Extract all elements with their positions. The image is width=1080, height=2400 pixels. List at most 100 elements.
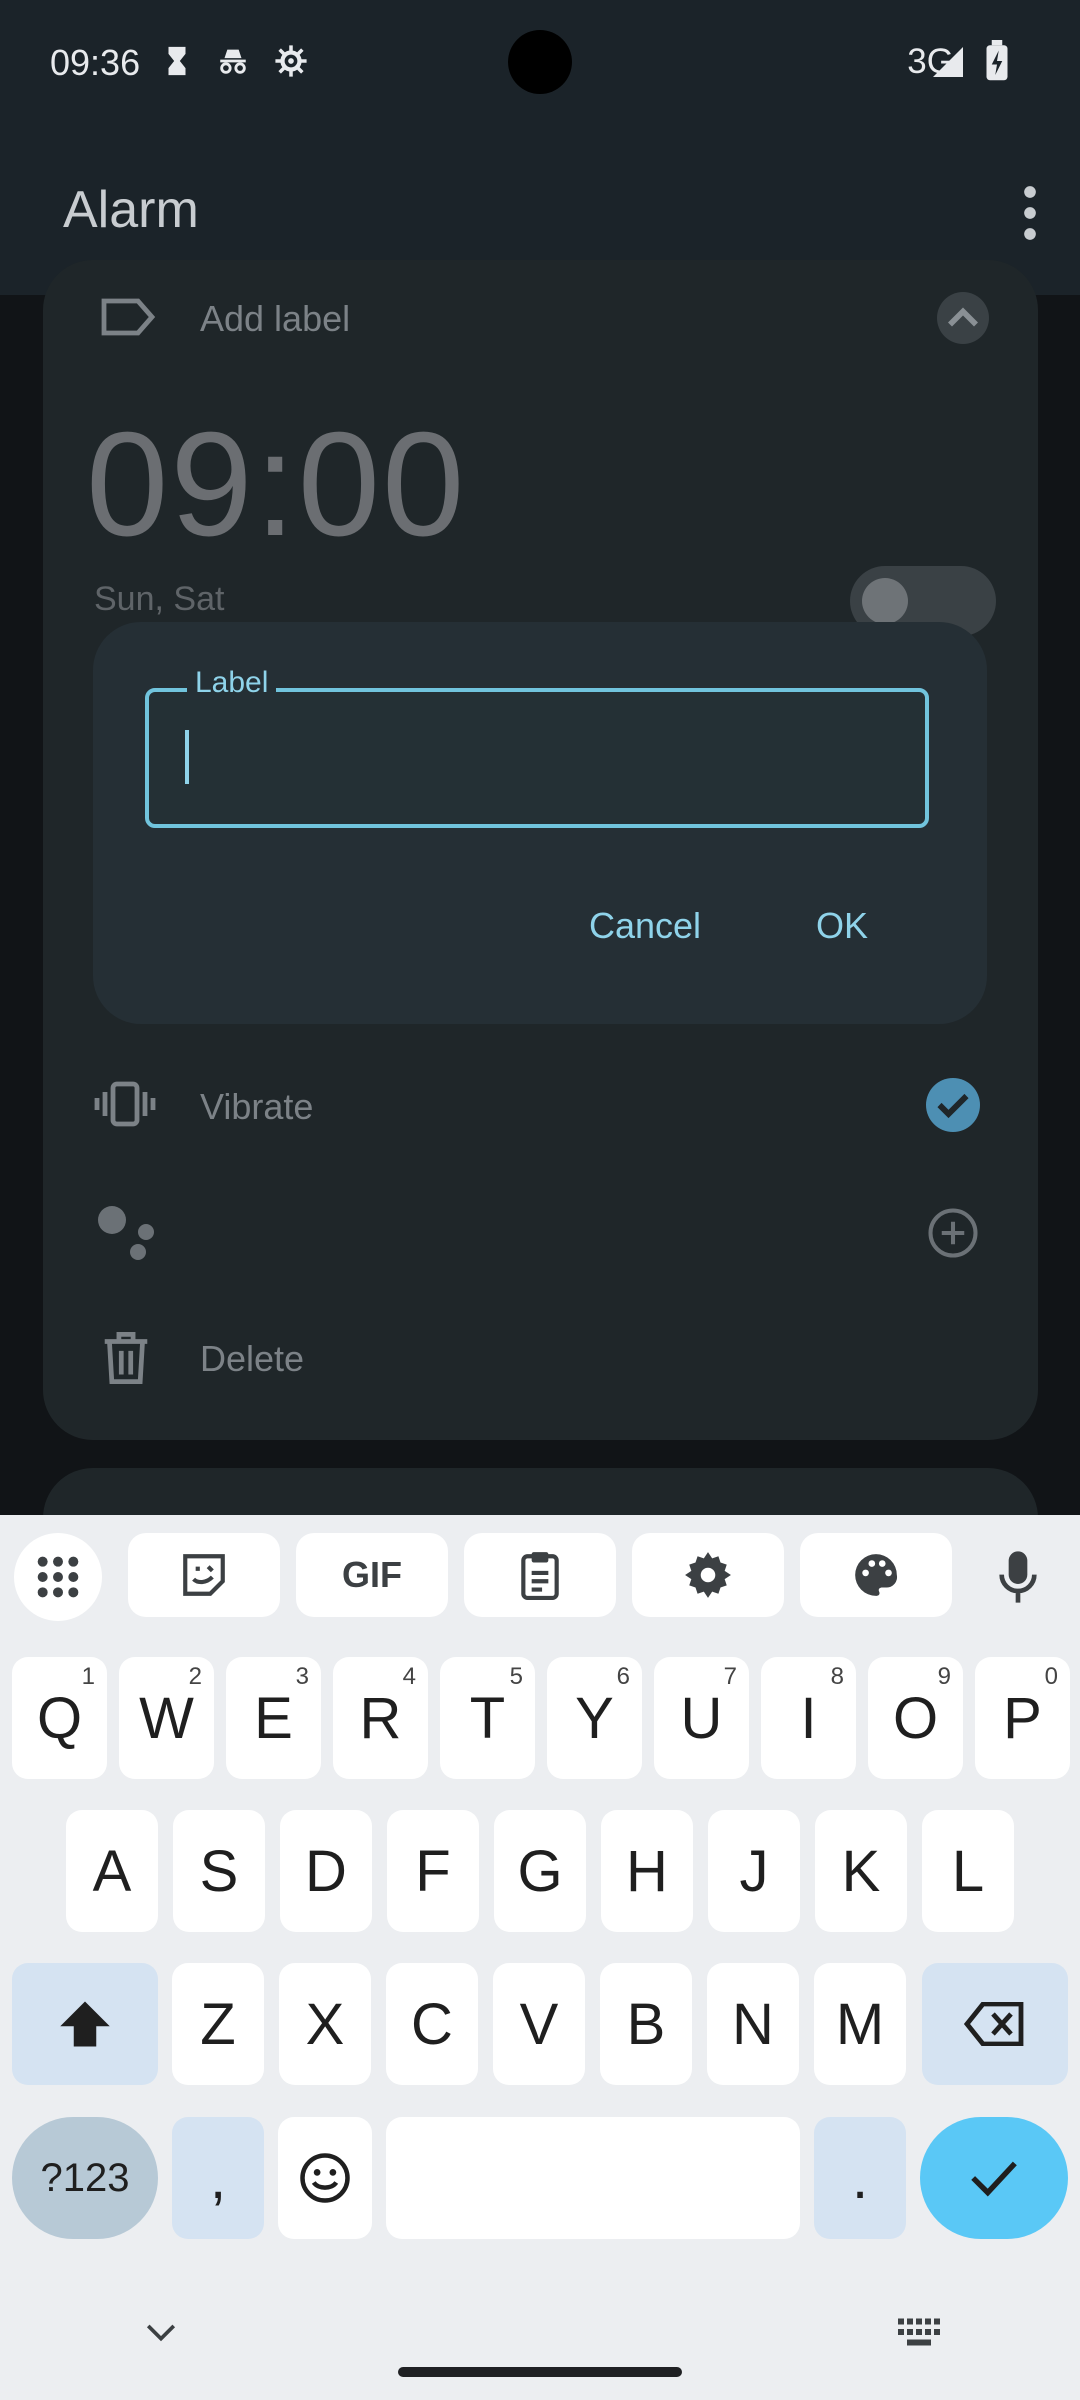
apps-icon <box>37 1556 79 1598</box>
key-number-hint: 2 <box>188 1663 202 1690</box>
comma-key[interactable]: , <box>172 2117 264 2239</box>
text-cursor <box>185 730 189 784</box>
key-i[interactable]: I8 <box>761 1657 856 1779</box>
mic-icon <box>999 1551 1037 1603</box>
apps-button[interactable] <box>14 1533 102 1621</box>
key-z[interactable]: Z <box>172 1963 264 2085</box>
key-label: E <box>254 1685 293 1751</box>
key-v[interactable]: V <box>493 1963 585 2085</box>
key-number-hint: 5 <box>509 1663 523 1690</box>
cancel-button[interactable]: Cancel <box>555 866 735 986</box>
key-n[interactable]: N <box>707 1963 799 2085</box>
key-s[interactable]: S <box>173 1810 265 1932</box>
key-e[interactable]: E3 <box>226 1657 321 1779</box>
key-label: T <box>469 1685 506 1751</box>
key-l[interactable]: L <box>922 1810 1014 1932</box>
key-label: P <box>1003 1685 1042 1751</box>
key-number-hint: 6 <box>616 1663 630 1690</box>
label-input-caption: Label <box>187 666 277 700</box>
key-u[interactable]: U7 <box>654 1657 749 1779</box>
key-x[interactable]: X <box>279 1963 371 2085</box>
status-bar: 09:36 3G <box>0 0 1080 130</box>
key-j[interactable]: J <box>708 1810 800 1932</box>
emoji-icon <box>300 2153 350 2203</box>
key-number-hint: 8 <box>830 1663 844 1690</box>
page-title: Alarm <box>63 181 199 239</box>
check-icon <box>937 1093 969 1119</box>
vibrate-checkbox[interactable] <box>926 1078 980 1132</box>
key-number-hint: 1 <box>81 1663 95 1690</box>
key-number-hint: 0 <box>1044 1663 1058 1690</box>
key-k[interactable]: K <box>815 1810 907 1932</box>
key-m[interactable]: M <box>814 1963 906 2085</box>
theme-button[interactable] <box>800 1533 952 1617</box>
key-a[interactable]: A <box>66 1810 158 1932</box>
switch-keyboard-icon[interactable] <box>896 2317 942 2347</box>
battery-charging-icon <box>986 40 1008 81</box>
key-label: W <box>139 1685 194 1751</box>
alarm-days: Sun, Sat <box>94 580 225 618</box>
alarm-time[interactable]: 09:00 <box>86 400 466 570</box>
palette-icon <box>855 1554 898 1596</box>
key-label: U <box>680 1685 723 1751</box>
chevron-up-icon <box>948 307 978 327</box>
key-t[interactable]: T5 <box>440 1657 535 1779</box>
sticker-icon <box>183 1554 225 1596</box>
key-label: I <box>800 1685 817 1751</box>
vibrate-label: Vibrate <box>200 1086 314 1127</box>
key-number-hint: 3 <box>295 1663 309 1690</box>
symbols-key[interactable]: ?123 <box>12 2117 158 2239</box>
key-number-hint: 4 <box>402 1663 416 1690</box>
key-f[interactable]: F <box>387 1810 479 1932</box>
collapse-button[interactable] <box>937 292 989 344</box>
key-o[interactable]: O9 <box>868 1657 963 1779</box>
period-key[interactable]: . <box>814 2117 906 2239</box>
backspace-key[interactable] <box>922 1963 1068 2085</box>
camera-cutout <box>508 30 572 94</box>
keyboard-settings-button[interactable] <box>632 1533 784 1617</box>
shift-key[interactable] <box>12 1963 158 2085</box>
enter-key[interactable] <box>920 2117 1068 2239</box>
toggle-knob <box>862 578 908 624</box>
google-assistant-icon <box>98 1206 154 1260</box>
shift-icon <box>60 2001 110 2047</box>
space-key[interactable] <box>386 2117 800 2239</box>
key-h[interactable]: H <box>601 1810 693 1932</box>
key-y[interactable]: Y6 <box>547 1657 642 1779</box>
key-r[interactable]: R4 <box>333 1657 428 1779</box>
gif-button[interactable]: GIF <box>296 1533 448 1617</box>
label-input[interactable] <box>145 688 929 828</box>
more-options-icon[interactable] <box>1000 178 1060 248</box>
ok-button[interactable]: OK <box>759 866 925 986</box>
delete-button[interactable]: Delete <box>200 1338 304 1380</box>
key-c[interactable]: C <box>386 1963 478 2085</box>
vibrate-icon <box>94 1081 156 1127</box>
hide-keyboard-icon[interactable] <box>144 2321 178 2345</box>
key-number-hint: 7 <box>723 1663 737 1690</box>
key-label: O <box>892 1685 939 1751</box>
clipboard-button[interactable] <box>464 1533 616 1617</box>
sticker-button[interactable] <box>128 1533 280 1617</box>
add-routine-button[interactable] <box>926 1206 980 1260</box>
incognito-icon <box>220 49 246 74</box>
key-w[interactable]: W2 <box>119 1657 214 1779</box>
check-icon <box>971 2161 1017 2197</box>
label-dialog: Label Cancel OK <box>93 622 987 1024</box>
key-p[interactable]: P0 <box>975 1657 1070 1779</box>
settings-icon <box>685 1552 731 1598</box>
settings-gear-icon <box>275 45 307 77</box>
keyboard: GIF Q1W2E3R4T5Y6U7I8O9P0 ASDFGHJKL Z X C… <box>0 1515 1080 2400</box>
key-label: Y <box>575 1685 614 1751</box>
key-b[interactable]: B <box>600 1963 692 2085</box>
key-label: Q <box>36 1685 83 1751</box>
trash-icon <box>104 1332 148 1384</box>
add-circle-icon <box>928 1208 978 1258</box>
emoji-key[interactable] <box>278 2117 372 2239</box>
key-g[interactable]: G <box>494 1810 586 1932</box>
voice-input-button[interactable] <box>990 1539 1046 1615</box>
key-q[interactable]: Q1 <box>12 1657 107 1779</box>
backspace-icon <box>964 2002 1024 2046</box>
gesture-handle <box>398 2367 682 2377</box>
key-d[interactable]: D <box>280 1810 372 1932</box>
add-label-text[interactable]: Add label <box>200 298 350 340</box>
